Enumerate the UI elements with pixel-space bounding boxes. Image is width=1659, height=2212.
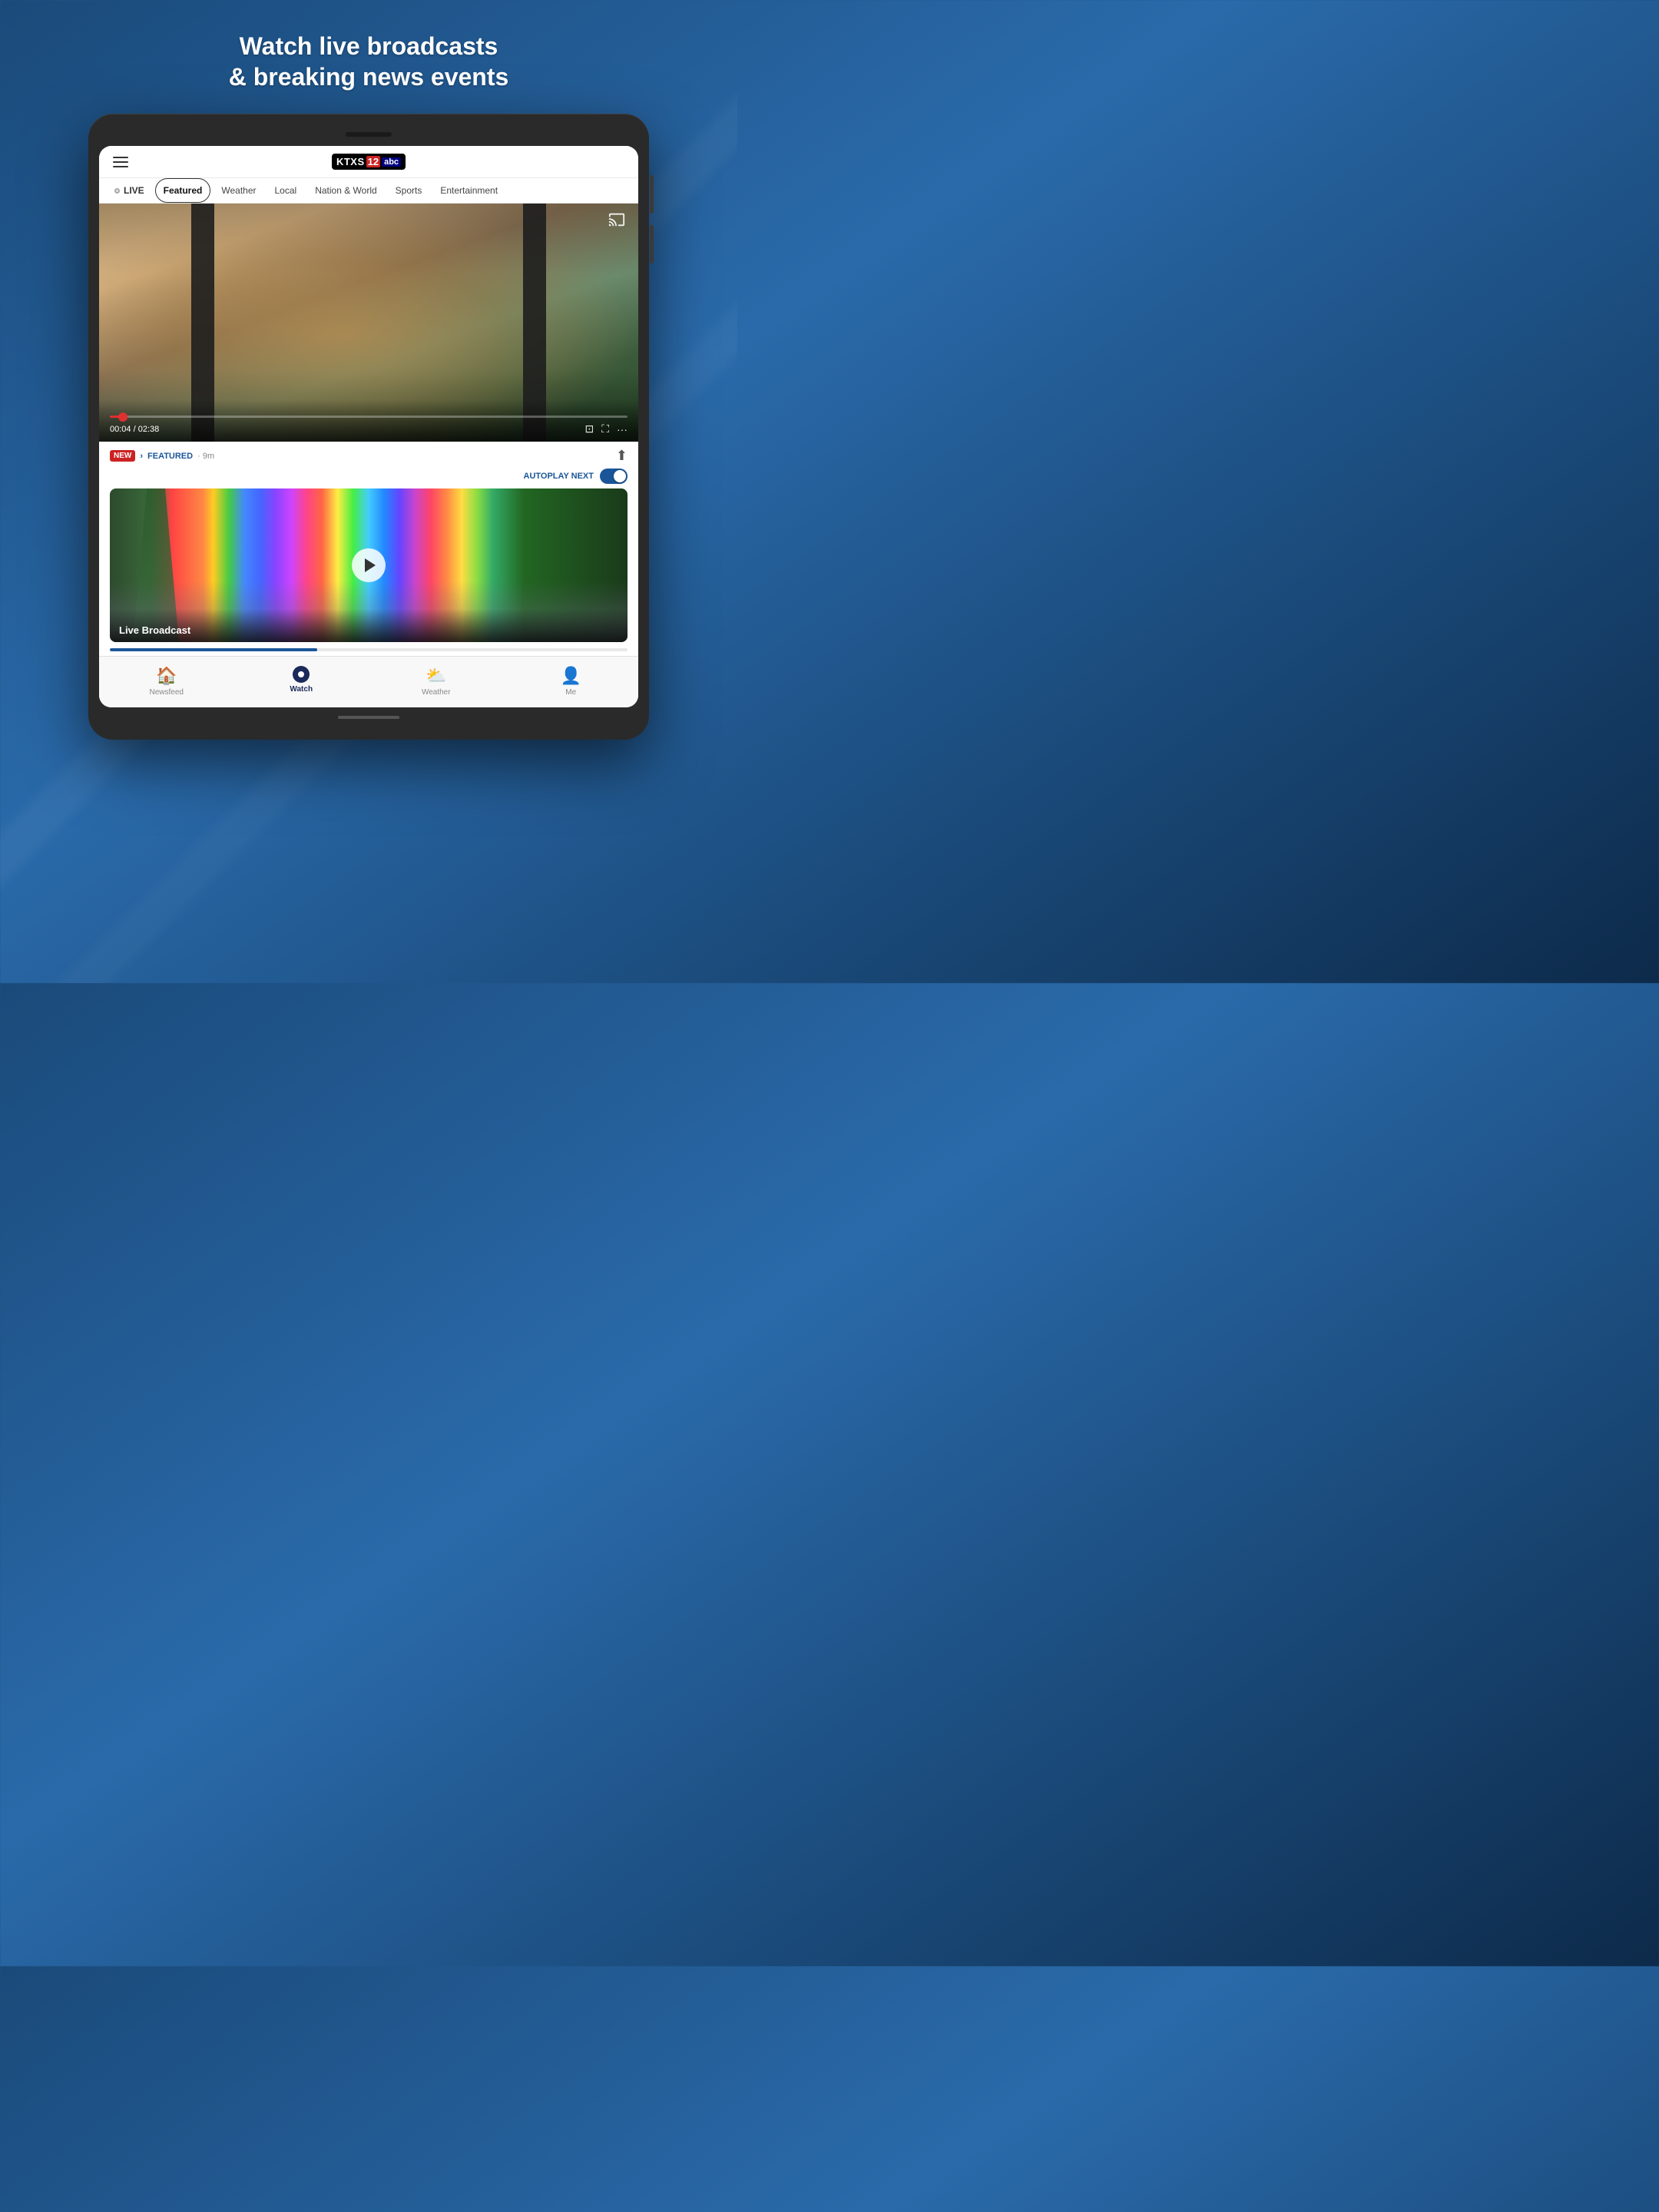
tab-live[interactable]: LIVE <box>107 179 152 202</box>
scroll-indicator-fill <box>110 648 317 651</box>
autoplay-label: AUTOPLAY NEXT <box>524 472 594 481</box>
play-button[interactable] <box>352 548 386 582</box>
badge-featured: FEATURED <box>147 452 193 461</box>
badge-new: NEW <box>110 450 135 462</box>
nav-label-me: Me <box>565 688 576 697</box>
tab-featured[interactable]: Featured <box>155 178 211 203</box>
weather-icon: ⛅ <box>426 666 446 686</box>
watch-play-icon <box>298 671 304 677</box>
meta-left: NEW › FEATURED · 9m <box>110 450 214 462</box>
home-icon: 🏠 <box>156 666 177 686</box>
tablet-bottom-bar <box>99 712 638 723</box>
scroll-indicator <box>110 648 628 651</box>
video-player[interactable]: 00:04 / 02:38 ⊡ ⛶ ··· <box>99 204 638 442</box>
tablet-frame: KTXS 12 abc LIVE Featured Weather Local <box>88 114 649 740</box>
video-thumbnail-card[interactable]: Live Broadcast <box>110 488 628 642</box>
tab-nation-world[interactable]: Nation & World <box>307 179 384 202</box>
logo-badge: KTXS 12 abc <box>332 154 406 170</box>
fullscreen-icon[interactable]: ⛶ <box>601 422 609 435</box>
nav-item-newsfeed[interactable]: 🏠 Newsfeed <box>99 663 234 700</box>
cast-icon[interactable] <box>606 211 628 228</box>
progress-dot <box>118 412 127 422</box>
subtitles-icon[interactable]: ⊡ <box>584 422 594 435</box>
bottom-navigation: 🏠 Newsfeed Watch ⛅ Weather 👤 Me <box>99 656 638 707</box>
content-area: NEW › FEATURED · 9m ⬆ AUTOPLAY NEXT <box>99 442 638 707</box>
tablet-screen: KTXS 12 abc LIVE Featured Weather Local <box>99 146 638 707</box>
profile-icon: 👤 <box>561 666 581 686</box>
side-button-mid <box>650 225 654 263</box>
nav-item-weather[interactable]: ⛅ Weather <box>369 663 504 700</box>
tab-weather[interactable]: Weather <box>214 179 263 202</box>
hamburger-line-3 <box>113 166 128 167</box>
nav-item-watch[interactable]: Watch <box>234 663 369 700</box>
tab-local[interactable]: Local <box>267 179 305 202</box>
more-options-icon[interactable]: ··· <box>617 423 628 435</box>
camera-bump <box>346 132 392 137</box>
hamburger-menu-button[interactable] <box>110 154 131 171</box>
nav-tabs-bar: LIVE Featured Weather Local Nation & Wor… <box>99 178 638 204</box>
video-controls-bottom: 00:04 / 02:38 ⊡ ⛶ ··· <box>110 422 628 435</box>
app-header: KTXS 12 abc <box>99 146 638 178</box>
nav-label-weather: Weather <box>422 688 451 697</box>
side-button-top <box>650 175 654 214</box>
autoplay-toggle[interactable] <box>600 469 628 484</box>
tablet-top-bar <box>99 127 638 141</box>
thumb-image: Live Broadcast <box>110 488 628 642</box>
meta-time: · 9m <box>197 452 214 461</box>
tab-sports[interactable]: Sports <box>388 179 430 202</box>
logo-12-text: 12 <box>366 156 380 167</box>
nav-item-me[interactable]: 👤 Me <box>504 663 639 700</box>
hamburger-line-1 <box>113 157 128 158</box>
page-headline: Watch live broadcasts & breaking news ev… <box>229 31 509 92</box>
nav-label-watch: Watch <box>290 685 313 694</box>
hamburger-line-2 <box>113 161 128 163</box>
video-progress-bar[interactable] <box>110 416 628 418</box>
arrow-separator: › <box>140 452 143 461</box>
play-triangle-icon <box>365 558 376 572</box>
video-controls-right: ⊡ ⛶ ··· <box>584 422 628 435</box>
live-dot-icon <box>114 188 120 194</box>
app-logo: KTXS 12 abc <box>332 154 406 170</box>
share-icon[interactable]: ⬆ <box>616 448 628 464</box>
logo-abc-text: abc <box>382 157 401 167</box>
meta-row: NEW › FEATURED · 9m ⬆ <box>99 442 638 467</box>
video-progress-fill <box>110 416 123 418</box>
nav-label-newsfeed: Newsfeed <box>150 688 184 697</box>
watch-active-indicator <box>293 666 310 683</box>
thumb-caption: Live Broadcast <box>110 609 628 642</box>
video-controls: 00:04 / 02:38 ⊡ ⛶ ··· <box>99 400 638 442</box>
home-indicator <box>338 716 399 719</box>
logo-ktxs-text: KTXS <box>336 156 365 167</box>
tab-entertainment[interactable]: Entertainment <box>432 179 505 202</box>
toggle-knob <box>614 470 626 482</box>
video-timestamp: 00:04 / 02:38 <box>110 425 159 434</box>
autoplay-row: AUTOPLAY NEXT <box>99 467 638 488</box>
